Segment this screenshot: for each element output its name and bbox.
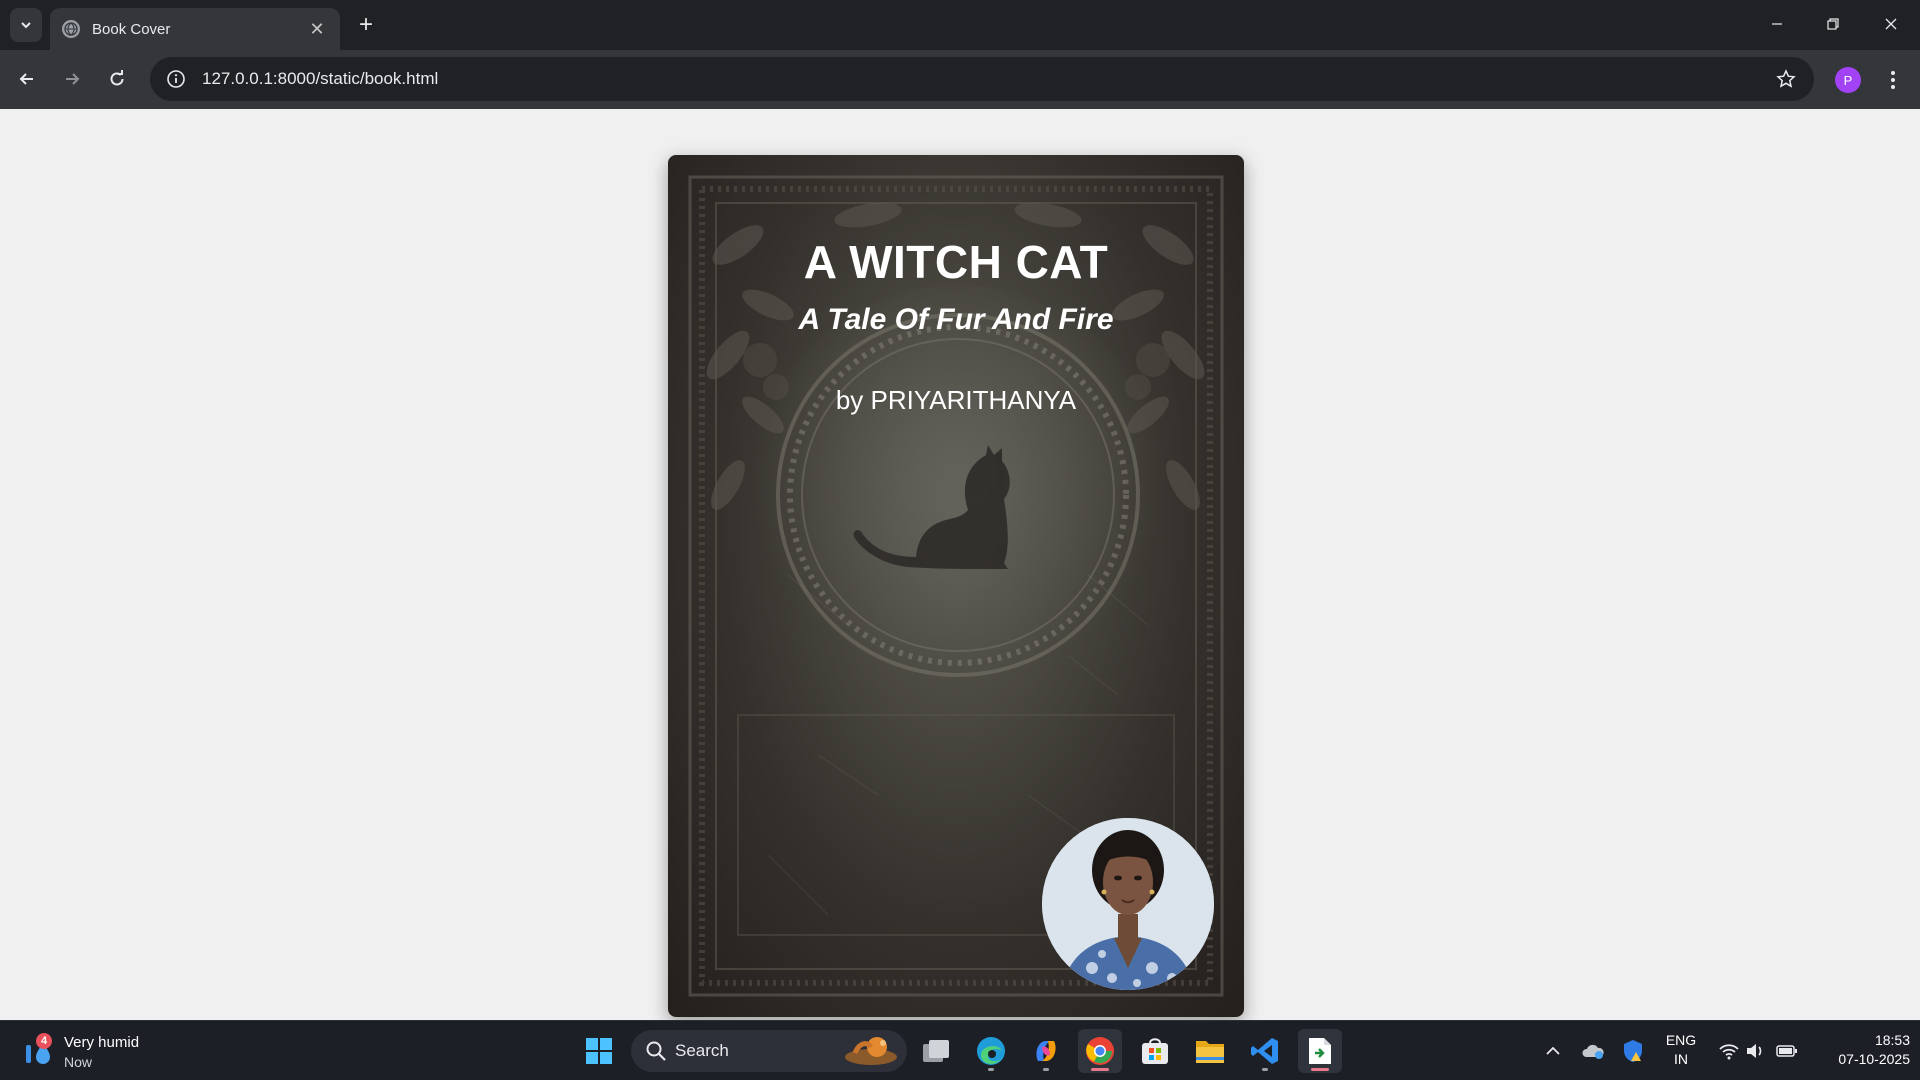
active-indicator [1311,1068,1329,1071]
weather-widget[interactable]: 4 Very humid Now [20,1029,200,1073]
book-cover: A WITCH CAT A Tale Of Fur And Fire by PR… [668,155,1244,1017]
windows-start-icon[interactable] [577,1029,621,1073]
active-app-icon[interactable] [1298,1029,1342,1073]
clock-time: 18:53 [1874,1032,1910,1048]
browser-menu-button[interactable] [1878,64,1908,96]
profile-avatar[interactable]: P [1835,67,1861,93]
reload-icon [110,70,124,86]
system-clock[interactable]: 18:53 07-10-2025 [1810,1031,1910,1069]
taskbar-search-box[interactable]: Search [631,1030,907,1072]
clock-date: 07-10-2025 [1838,1051,1910,1067]
weather-time: Now [64,1054,93,1070]
url-text[interactable]: 127.0.0.1:8000/static/book.html [202,69,1764,89]
page-viewport: A WITCH CAT A Tale Of Fur And Fire by PR… [0,109,1920,1020]
tab-title: Book Cover [92,20,171,38]
search-icon [646,1041,666,1061]
weather-condition: Very humid [64,1034,140,1051]
file-explorer-icon[interactable] [1188,1029,1232,1073]
restore-icon [1827,18,1839,30]
tab-book-cover[interactable]: Book Cover ✕ [50,8,340,50]
volume-icon[interactable] [1742,1021,1768,1080]
running-indicator [988,1068,994,1071]
copilot-icon[interactable] [1024,1029,1068,1073]
battery-icon[interactable] [1774,1021,1800,1080]
forward-button[interactable] [55,62,89,96]
tab-close-icon[interactable]: ✕ [306,19,328,40]
vscode-icon[interactable] [1243,1029,1287,1073]
language-code: ENG [1665,1032,1697,1048]
active-indicator [1091,1068,1109,1071]
language-region: IN [1674,1051,1688,1067]
running-indicator [1043,1068,1049,1071]
new-tab-button[interactable]: + [352,12,380,40]
close-icon [1885,18,1897,30]
book-title: A WITCH CAT [803,236,1109,288]
wifi-icon[interactable] [1716,1021,1742,1080]
chevron-down-icon [21,22,31,29]
minimize-icon [1772,23,1782,25]
address-bar[interactable]: 127.0.0.1:8000/static/book.html [150,57,1814,101]
reload-button[interactable] [100,62,134,96]
browser-toolbar: 127.0.0.1:8000/static/book.html P [0,50,1920,109]
back-button[interactable] [10,62,44,96]
author-portrait-image [1042,818,1214,990]
running-indicator [1262,1068,1268,1071]
bookmark-star-icon[interactable] [1764,57,1808,101]
tab-strip: Book Cover ✕ + [0,0,1920,50]
search-highlight-icon [845,1037,897,1065]
store-icon[interactable] [1133,1029,1177,1073]
globe-icon [62,20,80,38]
security-shield-icon[interactable] [1620,1021,1646,1080]
search-label: Search [675,1041,729,1060]
book-author: by PRIYARITHANYA [835,385,1077,415]
edge-icon[interactable] [969,1029,1013,1073]
restore-button[interactable] [1810,8,1856,40]
language-indicator[interactable]: ENG IN [1658,1031,1704,1069]
show-hidden-icons-button[interactable] [1540,1021,1566,1080]
author-photo [1042,818,1214,990]
close-window-button[interactable] [1868,8,1914,40]
chevron-up-icon [1546,1046,1560,1055]
taskbar: 4 Very humid Now Search ENG IN 18:53 07-… [0,1020,1920,1080]
site-info-icon[interactable] [154,57,198,101]
arrow-left-icon [19,73,33,85]
notification-badge: 4 [36,1033,52,1049]
arrow-right-icon [66,73,80,85]
tab-search-button[interactable] [10,8,42,42]
onedrive-icon[interactable] [1580,1021,1606,1080]
task-view-icon[interactable] [914,1029,958,1073]
minimize-button[interactable] [1754,8,1800,40]
book-subtitle: A Tale Of Fur And Fire [798,303,1114,336]
more-vertical-icon [1891,71,1895,89]
chrome-icon[interactable] [1078,1029,1122,1073]
